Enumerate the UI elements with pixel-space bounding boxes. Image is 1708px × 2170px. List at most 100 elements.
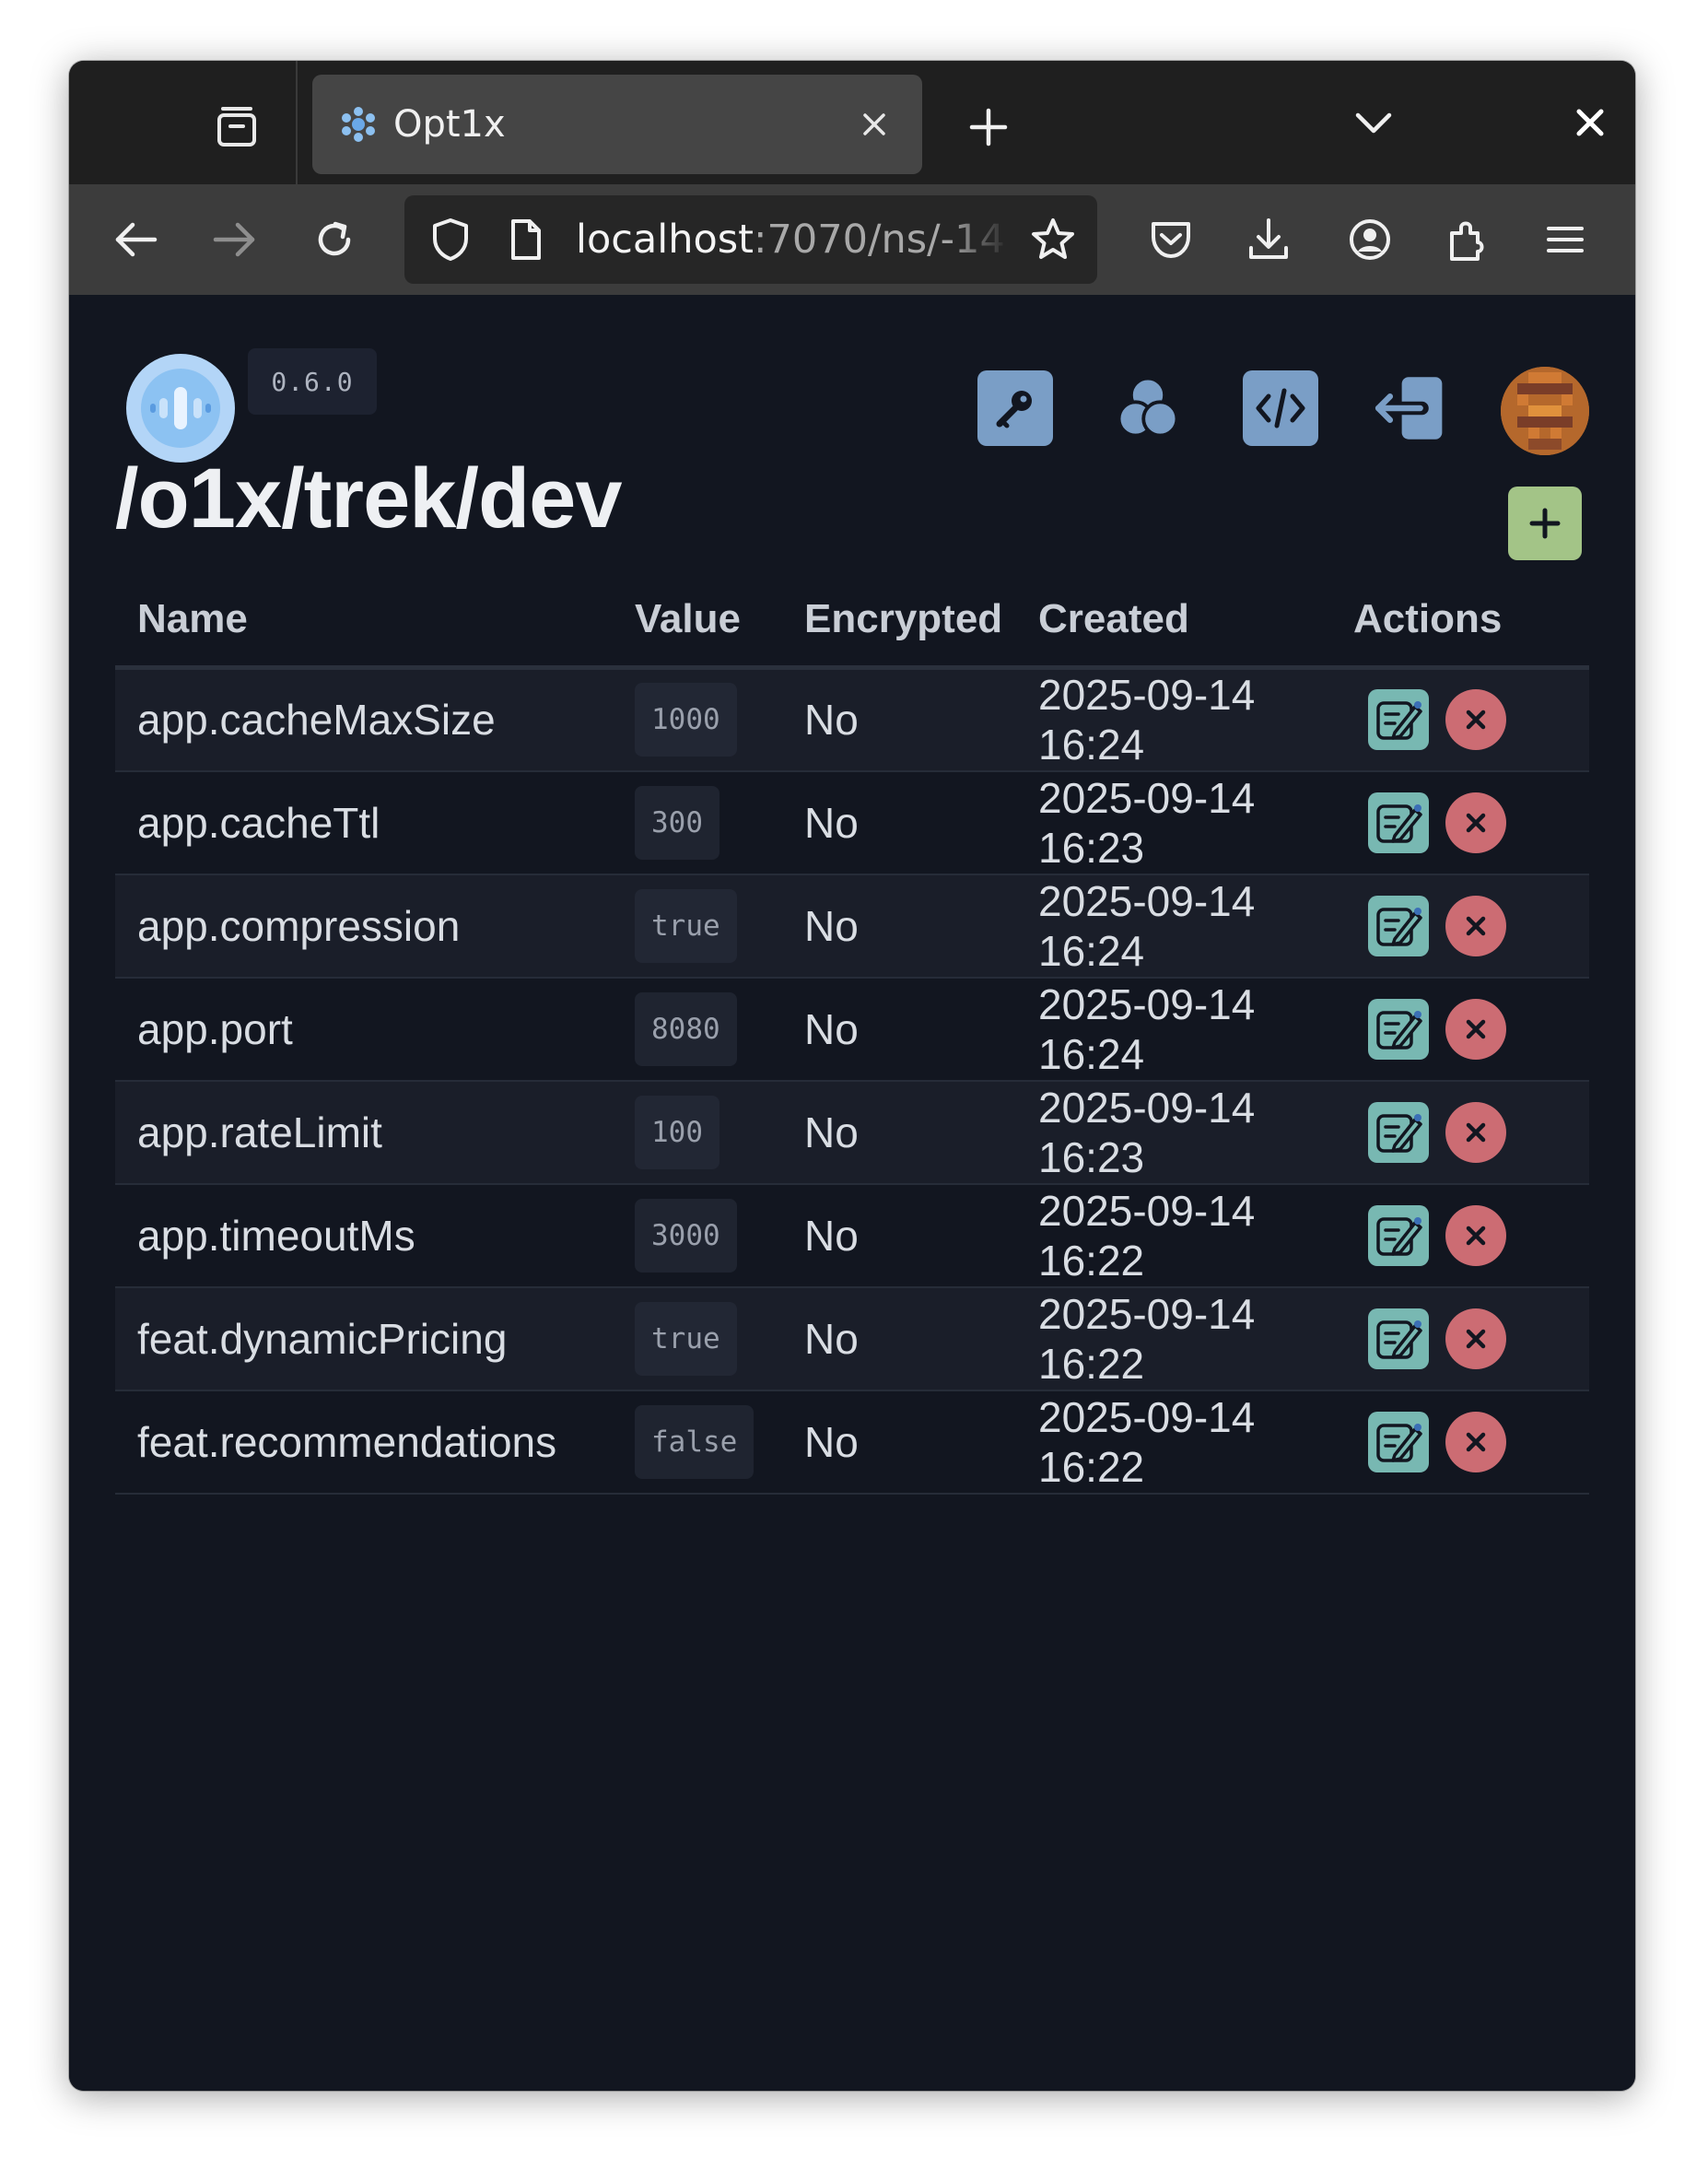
plus-icon <box>969 108 1008 147</box>
pocket-icon <box>1152 222 1190 258</box>
variable-name-text: app.compression <box>137 901 461 950</box>
variable-value-cell: 100 <box>613 1081 782 1184</box>
created-timestamp: 2025-09-14 16:22 <box>1038 1289 1256 1388</box>
edit-icon <box>1376 1216 1422 1256</box>
close-icon <box>1466 1432 1486 1451</box>
site-info-button[interactable] <box>500 214 552 265</box>
row-actions <box>1353 998 1589 1060</box>
encrypted-cell: No <box>782 1287 1016 1390</box>
created-cell: 2025-09-14 16:23 <box>1016 771 1331 874</box>
reload-button[interactable] <box>299 205 369 275</box>
variable-value-cell: 1000 <box>613 668 782 771</box>
user-avatar[interactable] <box>1501 367 1589 455</box>
forward-button[interactable] <box>200 205 270 275</box>
delete-button[interactable] <box>1445 689 1506 751</box>
delete-button[interactable] <box>1445 1101 1506 1163</box>
edit-button[interactable] <box>1368 689 1429 751</box>
arrow-left-icon <box>115 222 158 257</box>
variable-name-text: app.cacheMaxSize <box>137 696 496 745</box>
actions-cell <box>1331 1390 1589 1494</box>
variable-value: false <box>635 1404 755 1479</box>
column-header-name: Name <box>115 573 613 670</box>
app-content: 0.6.0 /o1x/trek/dev Name Value Encrypted… <box>69 295 1635 2091</box>
actions-cell <box>1331 771 1589 874</box>
row-actions <box>1353 1204 1589 1266</box>
edit-button[interactable] <box>1368 1308 1429 1369</box>
tracking-protection-button[interactable] <box>425 214 476 265</box>
tab-close-button[interactable] <box>850 100 898 148</box>
created-timestamp: 2025-09-14 16:24 <box>1038 671 1256 769</box>
encrypted-cell: No <box>782 668 1016 771</box>
bookmark-button[interactable] <box>1025 212 1081 267</box>
extensions-icon <box>1450 221 1484 261</box>
delete-button[interactable] <box>1445 895 1506 956</box>
column-header-created: Created <box>1016 573 1331 670</box>
created-timestamp: 2025-09-14 16:22 <box>1038 1186 1256 1284</box>
variable-value-cell: false <box>613 1390 782 1494</box>
extensions-button[interactable] <box>1433 205 1503 275</box>
encrypted-cell: No <box>782 1390 1016 1494</box>
window-close-button[interactable] <box>1562 94 1619 151</box>
account-button[interactable] <box>1335 205 1405 275</box>
edit-button[interactable] <box>1368 1204 1429 1266</box>
app-logo[interactable] <box>126 354 235 463</box>
delete-button[interactable] <box>1445 1204 1506 1266</box>
variable-name-text: app.port <box>137 1004 293 1053</box>
close-icon <box>1466 916 1486 935</box>
close-icon <box>1466 1226 1486 1245</box>
edit-button[interactable] <box>1368 1101 1429 1163</box>
delete-button[interactable] <box>1445 998 1506 1060</box>
logout-button[interactable] <box>1370 370 1445 446</box>
row-actions <box>1353 1411 1589 1472</box>
table-row: app.cacheTtl 300 No 2025-09-14 16:23 <box>115 770 1589 874</box>
chevron-down-icon <box>1355 112 1392 134</box>
variable-name-text: feat.recommendations <box>137 1417 557 1466</box>
variable-name-text: app.timeoutMs <box>137 1211 415 1260</box>
edit-icon <box>1376 1010 1422 1050</box>
menu-button[interactable] <box>1530 205 1600 275</box>
tab-overview-button[interactable] <box>198 94 275 160</box>
variable-name: app.rateLimit <box>115 1081 613 1184</box>
back-button[interactable] <box>100 205 170 275</box>
variable-name-text: app.rateLimit <box>137 1108 382 1156</box>
key-icon <box>996 391 1032 428</box>
edit-button[interactable] <box>1368 1411 1429 1472</box>
pocket-button[interactable] <box>1136 205 1206 275</box>
edit-icon <box>1376 803 1422 843</box>
actions-cell <box>1331 978 1589 1081</box>
browser-tab[interactable]: Opt1x <box>312 75 922 174</box>
tab-list-button[interactable] <box>1337 94 1410 151</box>
delete-button[interactable] <box>1445 792 1506 853</box>
actions-cell <box>1331 1184 1589 1287</box>
delete-button[interactable] <box>1445 1308 1506 1369</box>
keys-button[interactable] <box>977 370 1053 446</box>
arrow-right-icon <box>213 222 255 257</box>
close-icon <box>1466 813 1486 832</box>
edit-button[interactable] <box>1368 792 1429 853</box>
opt1x-logo-icon <box>141 369 220 448</box>
downloads-button[interactable] <box>1234 205 1304 275</box>
new-tab-button[interactable] <box>952 94 1025 160</box>
variable-name-text: app.cacheTtl <box>137 798 380 847</box>
api-button[interactable] <box>1243 370 1318 446</box>
encrypted-status: No <box>804 1004 859 1053</box>
groups-button[interactable] <box>1110 370 1186 446</box>
created-cell: 2025-09-14 16:24 <box>1016 978 1331 1081</box>
created-cell: 2025-09-14 16:24 <box>1016 668 1331 771</box>
created-timestamp: 2025-09-14 16:22 <box>1038 1392 1256 1491</box>
browser-window: Opt1x localhost:7070/ns/-140 0.6.0 /o1x/… <box>69 61 1635 2091</box>
encrypted-status: No <box>804 901 859 950</box>
encrypted-cell: No <box>782 1184 1016 1287</box>
actions-cell <box>1331 1287 1589 1390</box>
delete-button[interactable] <box>1445 1411 1506 1472</box>
actions-cell <box>1331 1081 1589 1184</box>
edit-button[interactable] <box>1368 895 1429 956</box>
encrypted-status: No <box>804 1314 859 1363</box>
variable-value-cell: true <box>613 874 782 978</box>
url-text[interactable]: localhost:7070/ns/-140 <box>576 212 1009 267</box>
code-icon <box>1256 388 1305 428</box>
url-bar[interactable]: localhost:7070/ns/-140 <box>404 195 1097 284</box>
created-cell: 2025-09-14 16:24 <box>1016 874 1331 978</box>
edit-button[interactable] <box>1368 998 1429 1060</box>
add-variable-button[interactable] <box>1508 487 1582 560</box>
